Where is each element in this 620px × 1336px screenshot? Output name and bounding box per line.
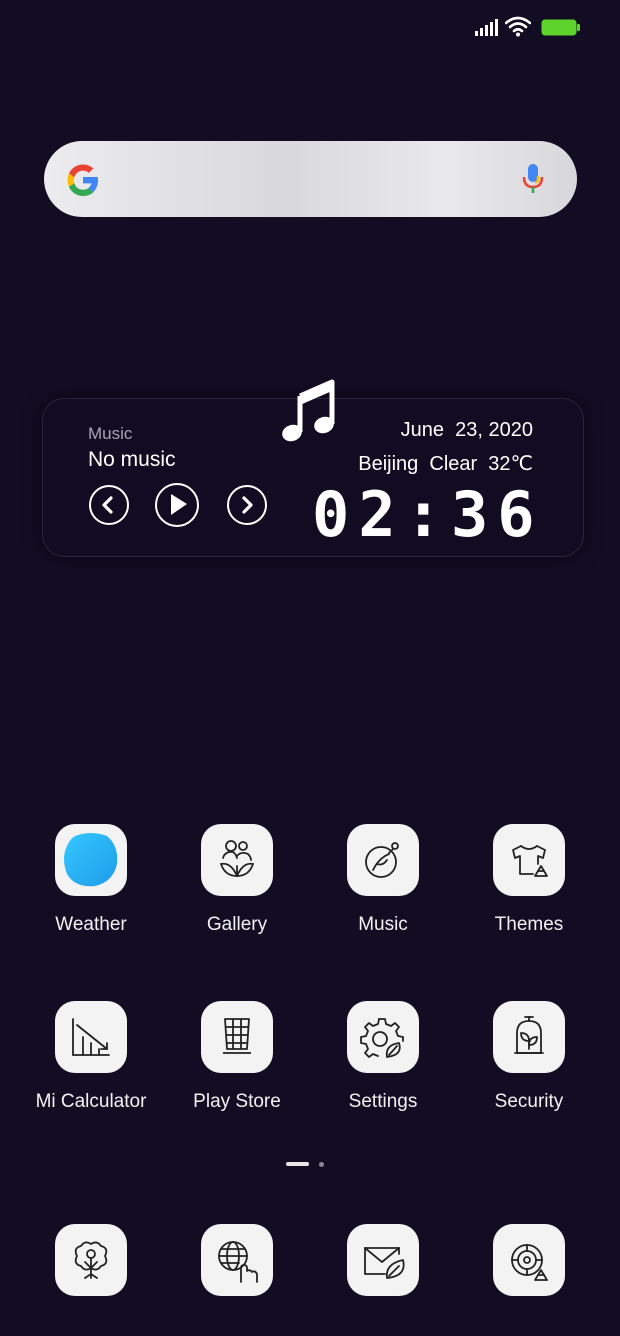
themes-app-tile[interactable]	[493, 824, 565, 896]
play-store-app-tile[interactable]	[201, 1001, 273, 1073]
play-icon	[171, 494, 187, 515]
microphone-icon[interactable]	[518, 162, 548, 196]
app-gallery[interactable]: Gallery	[164, 824, 310, 936]
security-icon	[514, 1016, 544, 1054]
previous-icon	[102, 496, 113, 514]
dock-app-browser[interactable]	[201, 1224, 273, 1296]
app-weather[interactable]: Weather	[18, 824, 164, 936]
messages-icon	[364, 1247, 405, 1279]
app-label: Themes	[494, 914, 564, 935]
app-security[interactable]: Security	[456, 1001, 602, 1113]
page-indicator	[0, 1161, 620, 1169]
phone-tree-icon	[74, 1241, 108, 1279]
dock-app-camera[interactable]	[493, 1224, 565, 1296]
app-music[interactable]: Music	[310, 824, 456, 936]
music-app-tile[interactable]	[347, 824, 419, 896]
widget-clock: 02:36	[312, 478, 544, 551]
now-playing-title: No music	[88, 448, 176, 471]
weather-icon	[64, 833, 118, 887]
app-label: Weather	[55, 914, 127, 935]
app-label: Mi Calculator	[35, 1091, 147, 1112]
next-button[interactable]	[227, 485, 267, 525]
app-label: Music	[358, 914, 408, 935]
camera-icon	[511, 1244, 548, 1281]
app-label: Gallery	[206, 914, 268, 935]
app-label: Play Store	[193, 1091, 281, 1112]
play-store-icon	[223, 1018, 251, 1054]
google-search-bar[interactable]	[44, 141, 577, 217]
calculator-app-tile[interactable]	[55, 1001, 127, 1073]
gallery-app-tile[interactable]	[201, 824, 273, 896]
widget-weather: Beijing Clear 32℃	[358, 453, 533, 475]
weather-app-tile[interactable]	[55, 824, 127, 896]
wifi-icon	[505, 16, 531, 37]
themes-icon	[512, 845, 548, 877]
gallery-icon	[219, 840, 255, 877]
page-dot	[319, 1162, 324, 1167]
browser-icon	[218, 1241, 258, 1283]
app-play-store[interactable]: Play Store	[164, 1001, 310, 1113]
status-bar	[0, 0, 620, 56]
settings-icon	[360, 1018, 404, 1058]
battery-icon	[541, 19, 580, 36]
dock-app-phone[interactable]	[55, 1224, 127, 1296]
app-settings[interactable]: Settings	[310, 1001, 456, 1113]
cellular-signal-icon	[475, 19, 498, 36]
app-mi-calculator[interactable]: Mi Calculator	[18, 1001, 164, 1113]
music-icon	[365, 842, 399, 878]
app-label: Security	[494, 1091, 564, 1112]
calculator-icon	[72, 1018, 110, 1056]
widget-date: June 23, 2020	[400, 419, 533, 441]
previous-button[interactable]	[89, 485, 129, 525]
security-app-tile[interactable]	[493, 1001, 565, 1073]
next-icon	[242, 496, 253, 514]
play-button[interactable]	[155, 483, 199, 527]
app-themes[interactable]: Themes	[456, 824, 602, 936]
google-logo-icon	[67, 164, 98, 196]
page-dot-active	[286, 1162, 309, 1166]
app-label: Settings	[348, 1091, 418, 1112]
settings-app-tile[interactable]	[347, 1001, 419, 1073]
dock-app-messages[interactable]	[347, 1224, 419, 1296]
music-note-icon	[282, 379, 335, 442]
music-widget-label: Music	[88, 424, 133, 443]
